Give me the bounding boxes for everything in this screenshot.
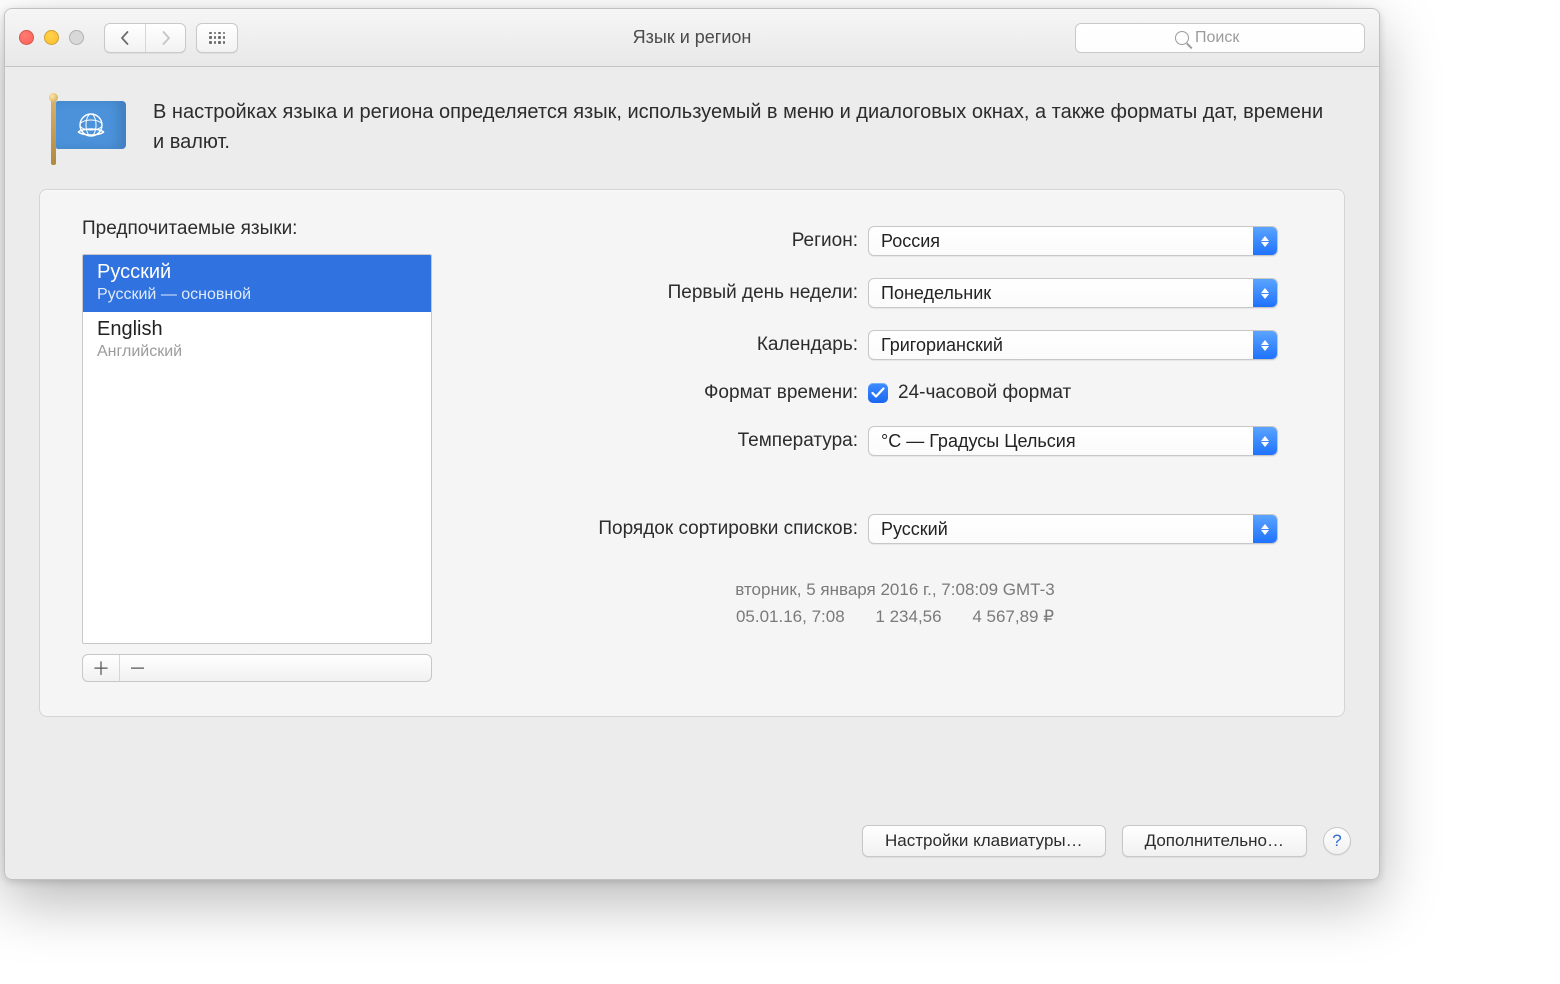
remove-language-button[interactable]: －	[119, 655, 155, 681]
settings-panel: Предпочитаемые языки: Русский Русский — …	[39, 189, 1345, 717]
window-controls	[19, 30, 84, 45]
time-format-label: Формат времени:	[488, 382, 868, 404]
titlebar: Язык и регион	[5, 9, 1379, 67]
calendar-value: Григорианский	[869, 335, 1253, 356]
calendar-label: Календарь:	[488, 334, 868, 356]
popup-arrows-icon	[1253, 279, 1277, 307]
sort-order-label: Порядок сортировки списков:	[488, 518, 868, 540]
popup-arrows-icon	[1253, 515, 1277, 543]
first-day-label: Первый день недели:	[488, 282, 868, 304]
region-label: Регион:	[488, 230, 868, 252]
language-item-en[interactable]: English Английский	[83, 312, 431, 369]
minus-icon: －	[129, 655, 147, 681]
sort-order-value: Русский	[869, 519, 1253, 540]
grid-icon	[209, 32, 225, 44]
temperature-label: Температура:	[488, 430, 868, 452]
help-button[interactable]: ?	[1323, 827, 1351, 855]
zoom-window-button	[69, 30, 84, 45]
plus-icon: ＋	[92, 655, 110, 681]
keyboard-settings-button[interactable]: Настройки клавиатуры…	[862, 825, 1106, 857]
nav-back-forward	[104, 23, 186, 53]
preferred-languages-label: Предпочитаемые языки:	[82, 218, 432, 240]
first-day-value: Понедельник	[869, 283, 1253, 304]
popup-arrows-icon	[1253, 227, 1277, 255]
language-item-ru[interactable]: Русский Русский — основной	[83, 255, 431, 312]
preview-long-date: вторник, 5 января 2016 г., 7:08:09 GMT-3	[488, 576, 1302, 603]
search-input[interactable]	[1195, 29, 1265, 47]
first-day-popup[interactable]: Понедельник	[868, 278, 1278, 308]
pane-description: В настройках языка и региона определяетс…	[153, 97, 1337, 161]
region-value: Россия	[869, 231, 1253, 252]
language-name: Русский	[97, 261, 419, 284]
temperature-value: °C — Градусы Цельсия	[869, 431, 1253, 452]
preview-number: 1 234,56	[875, 607, 941, 626]
un-flag-icon	[47, 99, 127, 161]
calendar-popup[interactable]: Григорианский	[868, 330, 1278, 360]
time-format-checkbox-label: 24-часовой формат	[898, 382, 1071, 404]
check-icon	[871, 387, 885, 399]
sort-order-popup[interactable]: Русский	[868, 514, 1278, 544]
temperature-popup[interactable]: °C — Градусы Цельсия	[868, 426, 1278, 456]
popup-arrows-icon	[1253, 331, 1277, 359]
preferred-languages-list[interactable]: Русский Русский — основной English Англи…	[82, 254, 432, 644]
preview-short-date: 05.01.16, 7:08	[736, 607, 845, 626]
format-preview: вторник, 5 января 2016 г., 7:08:09 GMT-3…	[488, 576, 1302, 630]
minimize-window-button[interactable]	[44, 30, 59, 45]
language-name: English	[97, 318, 419, 341]
add-language-button[interactable]: ＋	[83, 655, 119, 681]
language-region-window: Язык и регион В настройках языка и регио…	[4, 8, 1380, 880]
chevron-right-icon	[161, 31, 171, 45]
help-icon: ?	[1332, 831, 1341, 851]
chevron-left-icon	[120, 31, 130, 45]
search-icon	[1175, 31, 1189, 45]
add-remove-segmented: ＋ －	[82, 654, 432, 682]
popup-arrows-icon	[1253, 427, 1277, 455]
search-field[interactable]	[1075, 23, 1365, 53]
close-window-button[interactable]	[19, 30, 34, 45]
forward-button	[145, 24, 185, 52]
back-button[interactable]	[105, 24, 145, 52]
pane-description-row: В настройках языка и региона определяетс…	[5, 67, 1379, 179]
show-all-button[interactable]	[196, 23, 238, 53]
preview-currency: 4 567,89 ₽	[972, 607, 1054, 626]
language-sub: Английский	[97, 343, 419, 361]
footer: Настройки клавиатуры… Дополнительно… ?	[5, 825, 1379, 879]
advanced-button[interactable]: Дополнительно…	[1122, 825, 1307, 857]
time-format-checkbox[interactable]	[868, 383, 888, 403]
region-popup[interactable]: Россия	[868, 226, 1278, 256]
language-sub: Русский — основной	[97, 286, 419, 304]
